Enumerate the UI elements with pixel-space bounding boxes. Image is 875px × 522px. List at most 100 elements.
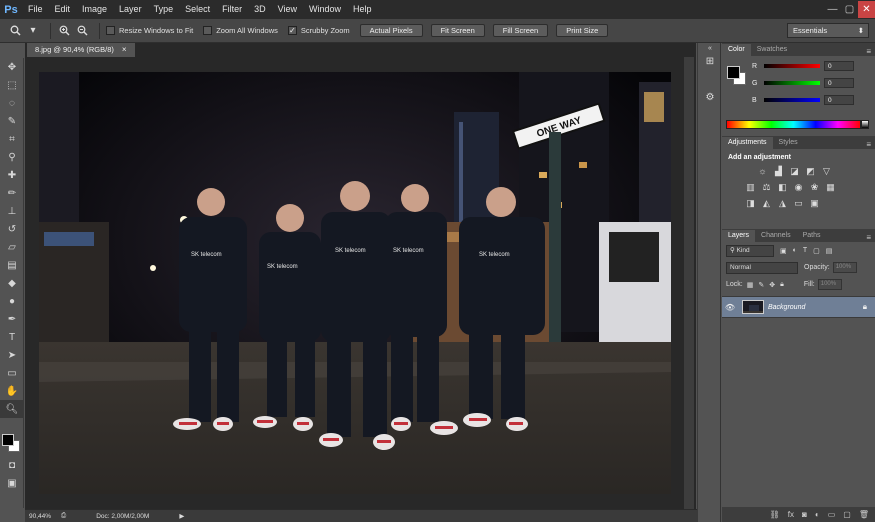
vertical-scrollbar[interactable]: [684, 57, 694, 509]
foreground-color-swatch[interactable]: [727, 66, 740, 79]
color-lookup-icon[interactable]: ▦: [824, 181, 837, 193]
posterize-icon[interactable]: ◭: [760, 197, 773, 209]
blur-tool-icon[interactable]: ◆: [0, 274, 24, 292]
close-icon[interactable]: ×: [122, 43, 127, 57]
tab-channels[interactable]: Channels: [755, 230, 797, 242]
gradient-tool-icon[interactable]: ▤: [0, 256, 24, 274]
fill-input[interactable]: 100%: [817, 279, 842, 290]
tab-adjustments[interactable]: Adjustments: [722, 137, 773, 149]
filter-smart-object-icon[interactable]: ▤: [826, 247, 833, 255]
new-layer-icon[interactable]: ▢: [843, 510, 851, 519]
grayscale-ramp[interactable]: [861, 120, 869, 129]
tab-color[interactable]: Color: [722, 44, 751, 56]
workspace-select[interactable]: Essentials ⬍: [787, 23, 869, 38]
eye-icon[interactable]: 👁︎: [722, 303, 738, 312]
menu-file[interactable]: File: [22, 0, 49, 19]
maximize-button[interactable]: ▢: [841, 1, 858, 18]
delete-layer-icon[interactable]: 🗑︎: [859, 510, 869, 519]
color-spectrum[interactable]: [726, 120, 861, 129]
eyedropper-tool-icon[interactable]: ⚲: [0, 148, 24, 166]
color-balance-icon[interactable]: ⚖: [760, 181, 773, 193]
fill-screen-button[interactable]: Fill Screen: [492, 24, 549, 37]
zoom-icon[interactable]: [8, 24, 22, 38]
canvas-image[interactable]: ONE WAY SK telecom SK telecom SK telecom…: [39, 72, 671, 494]
layer-name[interactable]: Background: [768, 304, 863, 311]
opacity-input[interactable]: 100%: [832, 262, 857, 273]
vibrance-icon[interactable]: ▽: [820, 165, 833, 177]
filter-type-icon[interactable]: T: [803, 247, 807, 254]
menu-help[interactable]: Help: [347, 0, 378, 19]
green-slider[interactable]: [764, 81, 820, 85]
blue-slider[interactable]: [764, 98, 820, 102]
properties-panel-icon[interactable]: ⚙: [698, 89, 722, 105]
zoom-level[interactable]: 90,44%: [25, 513, 55, 520]
checkbox-box[interactable]: [203, 26, 213, 35]
new-group-icon[interactable]: ▭: [828, 510, 836, 519]
minimize-button[interactable]: —: [824, 1, 841, 18]
menu-edit[interactable]: Edit: [49, 0, 77, 19]
type-tool-icon[interactable]: T: [0, 328, 24, 346]
menu-layer[interactable]: Layer: [113, 0, 148, 19]
red-value-input[interactable]: 0: [824, 61, 854, 71]
quick-mask-icon[interactable]: ◘: [0, 456, 24, 474]
exposure-icon[interactable]: ◩: [804, 165, 817, 177]
zoom-tool-icon[interactable]: 🔍︎: [0, 400, 24, 418]
lock-position-icon[interactable]: ✥: [769, 281, 775, 289]
selective-color-icon[interactable]: ▣: [808, 197, 821, 209]
panel-menu-icon[interactable]: ≡: [866, 140, 875, 149]
layer-kind-select[interactable]: ⚲ Kind: [726, 244, 774, 257]
menu-3d[interactable]: 3D: [248, 0, 272, 19]
channel-mixer-icon[interactable]: ❀: [808, 181, 821, 193]
invert-icon[interactable]: ◨: [744, 197, 757, 209]
layer-row[interactable]: 👁︎ Background 🔒︎: [722, 296, 875, 318]
close-button[interactable]: ✕: [858, 1, 875, 18]
rectangle-tool-icon[interactable]: ▭: [0, 364, 24, 382]
link-layers-icon[interactable]: ⛓: [770, 510, 780, 519]
screen-mode-icon[interactable]: ▣: [0, 474, 24, 492]
lasso-tool-icon[interactable]: ◌: [0, 94, 24, 112]
new-adjustment-layer-icon[interactable]: ◐: [815, 510, 820, 519]
pen-tool-icon[interactable]: ✒: [0, 310, 24, 328]
tab-layers[interactable]: Layers: [722, 230, 756, 242]
checkbox-box[interactable]: [106, 26, 115, 35]
menu-select[interactable]: Select: [179, 0, 216, 19]
red-slider[interactable]: [764, 64, 820, 68]
resize-windows-checkbox[interactable]: Resize Windows to Fit: [106, 26, 193, 35]
tab-paths[interactable]: Paths: [797, 230, 827, 242]
print-size-button[interactable]: Print Size: [556, 24, 609, 37]
menu-view[interactable]: View: [272, 0, 303, 19]
hue-saturation-icon[interactable]: ▥: [744, 181, 757, 193]
blue-value-input[interactable]: 0: [824, 95, 854, 105]
hand-tool-icon[interactable]: ✋: [0, 382, 24, 400]
move-tool-icon[interactable]: ✥: [0, 58, 24, 76]
document-tab[interactable]: 8.jpg @ 90,4% (RGB/8) ×: [27, 43, 135, 57]
menu-filter[interactable]: Filter: [216, 0, 248, 19]
status-menu-arrow-icon[interactable]: ▶: [179, 512, 184, 520]
chevron-down-icon[interactable]: ▾: [26, 24, 40, 38]
collapse-arrows-icon[interactable]: «: [698, 43, 722, 53]
fit-screen-button[interactable]: Fit Screen: [430, 24, 485, 37]
tab-swatches[interactable]: Swatches: [751, 44, 793, 56]
filter-pixel-icon[interactable]: ▣: [780, 247, 787, 255]
healing-brush-tool-icon[interactable]: ✚: [0, 166, 24, 184]
green-value-input[interactable]: 0: [824, 78, 854, 88]
blend-mode-select[interactable]: Normal: [726, 261, 798, 274]
panel-menu-icon[interactable]: ≡: [866, 47, 875, 56]
lock-transparent-icon[interactable]: ▦: [747, 281, 754, 289]
crop-tool-icon[interactable]: ⌗: [0, 130, 24, 148]
zoom-all-windows-checkbox[interactable]: Zoom All Windows: [203, 26, 278, 35]
panel-menu-icon[interactable]: ≡: [866, 233, 875, 242]
lock-all-icon[interactable]: 🔒︎: [780, 281, 784, 289]
brush-tool-icon[interactable]: ✏: [0, 184, 24, 202]
actual-pixels-button[interactable]: Actual Pixels: [359, 24, 423, 37]
curves-icon[interactable]: ◪: [788, 165, 801, 177]
clone-stamp-tool-icon[interactable]: ⊥: [0, 202, 24, 220]
dodge-tool-icon[interactable]: ●: [0, 292, 24, 310]
filter-adjustment-icon[interactable]: ◐: [793, 247, 797, 254]
filter-shape-icon[interactable]: ▢: [813, 247, 820, 255]
eraser-tool-icon[interactable]: ▱: [0, 238, 24, 256]
black-white-icon[interactable]: ◧: [776, 181, 789, 193]
scrubby-zoom-checkbox[interactable]: ✓ Scrubby Zoom: [287, 26, 350, 35]
levels-icon[interactable]: ▟: [772, 165, 785, 177]
quick-selection-tool-icon[interactable]: ✎: [0, 112, 24, 130]
